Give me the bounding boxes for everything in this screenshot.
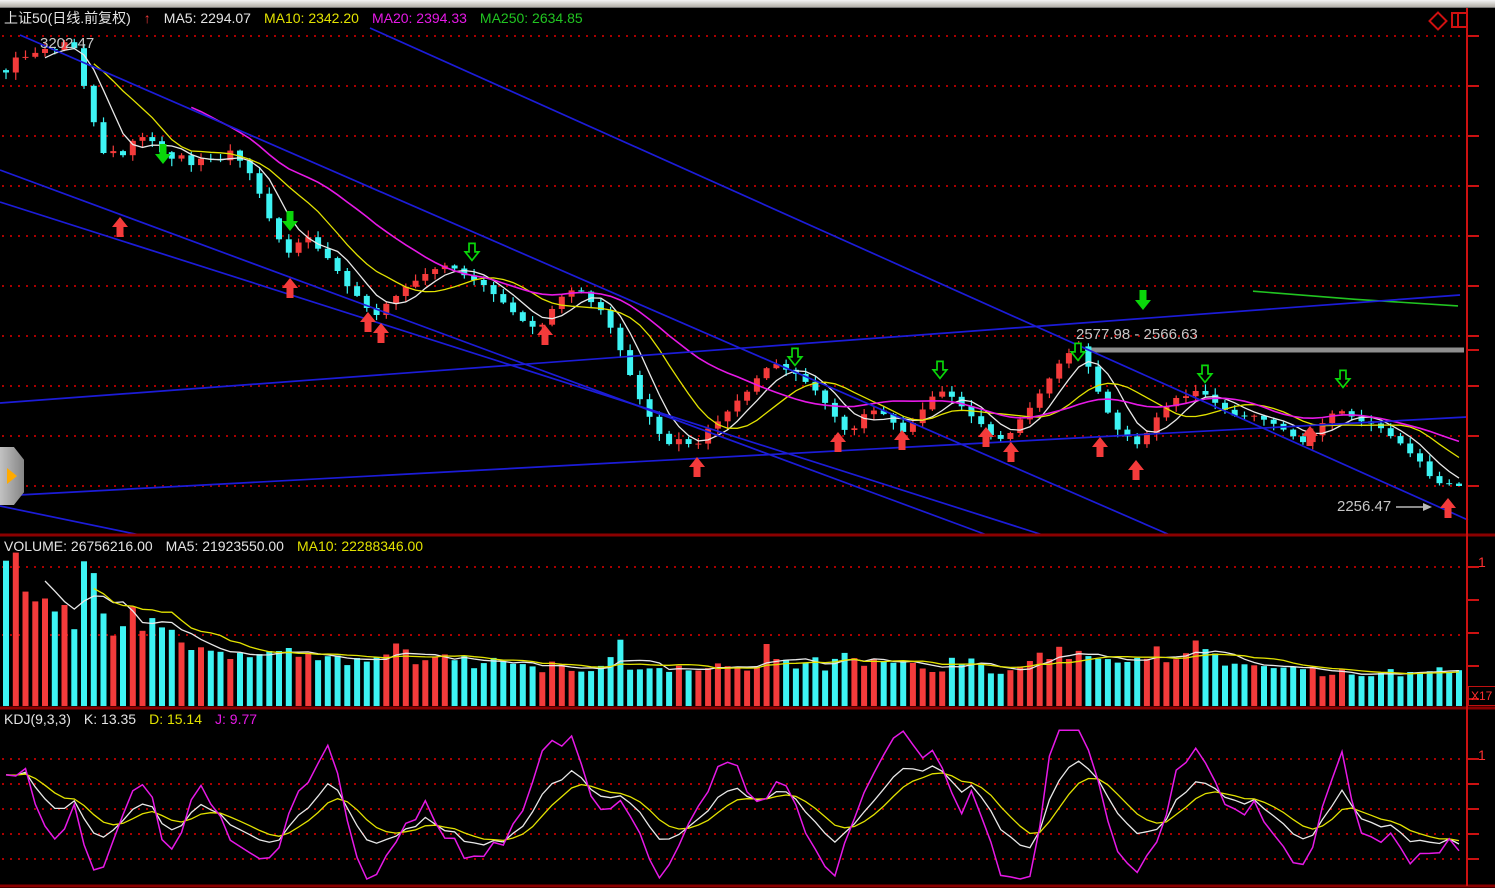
last-price-label: 2256.47	[1337, 498, 1391, 515]
kdj-panel-header: KDJ(9,3,3) K: 13.35 D: 15.14 J: 9.77	[4, 710, 257, 728]
volume-axis-label: 1	[1478, 554, 1486, 570]
ma20-legend: MA20: 2394.33	[372, 9, 467, 27]
gap-range-label: 2577.98 - 2566.63	[1076, 326, 1198, 343]
main-chart-header: 上证50(日线.前复权) ↑ MA5: 2294.07 MA10: 2342.2…	[4, 9, 583, 27]
kdj-title: KDJ(9,3,3)	[4, 710, 71, 728]
kdj-axis-label: 1	[1478, 747, 1486, 763]
volume-ma5-legend: MA5: 21923550.00	[166, 537, 284, 555]
period-high-label: 3202.47	[40, 35, 94, 52]
volume-ma10-legend: MA10: 22288346.00	[297, 537, 423, 555]
symbol-title: 上证50(日线.前复权)	[4, 9, 131, 27]
split-window-icon-bar	[1457, 14, 1459, 26]
trading-terminal-screen: 上证50(日线.前复权) ↑ MA5: 2294.07 MA10: 2342.2…	[0, 0, 1495, 888]
ma250-legend: MA250: 2634.85	[480, 9, 583, 27]
window-top-edge	[0, 0, 1495, 8]
zoom-scale-box[interactable]: X17	[1468, 686, 1495, 706]
ma5-legend: MA5: 2294.07	[164, 9, 251, 27]
chart-canvas[interactable]	[0, 0, 1495, 888]
up-arrow-icon: ↑	[144, 9, 151, 27]
kdj-d-legend: D: 15.14	[149, 710, 202, 728]
kdj-k-legend: K: 13.35	[84, 710, 136, 728]
kdj-j-legend: J: 9.77	[215, 710, 257, 728]
ma10-legend: MA10: 2342.20	[264, 9, 359, 27]
split-window-icon[interactable]	[1451, 12, 1468, 28]
volume-panel-header: VOLUME: 26756216.00 MA5: 21923550.00 MA1…	[4, 537, 423, 555]
volume-legend: VOLUME: 26756216.00	[4, 537, 153, 555]
flyout-arrow-icon	[7, 468, 17, 484]
sidebar-flyout-handle[interactable]	[0, 447, 24, 505]
